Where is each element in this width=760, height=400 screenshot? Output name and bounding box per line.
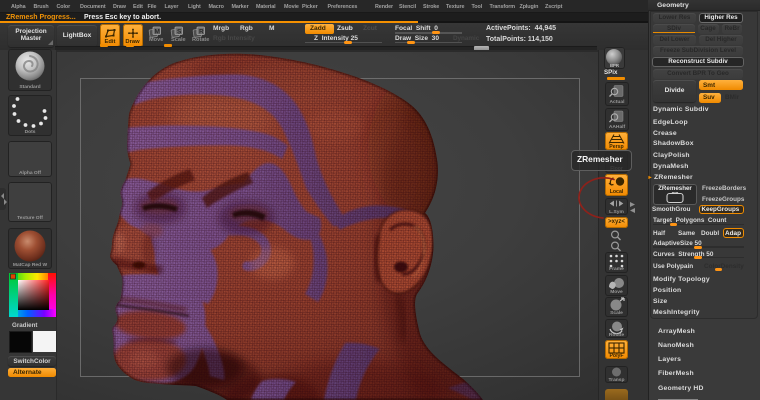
svg-text:M: M bbox=[155, 29, 160, 36]
svg-text:S: S bbox=[177, 29, 182, 36]
svg-text:R: R bbox=[199, 29, 204, 36]
